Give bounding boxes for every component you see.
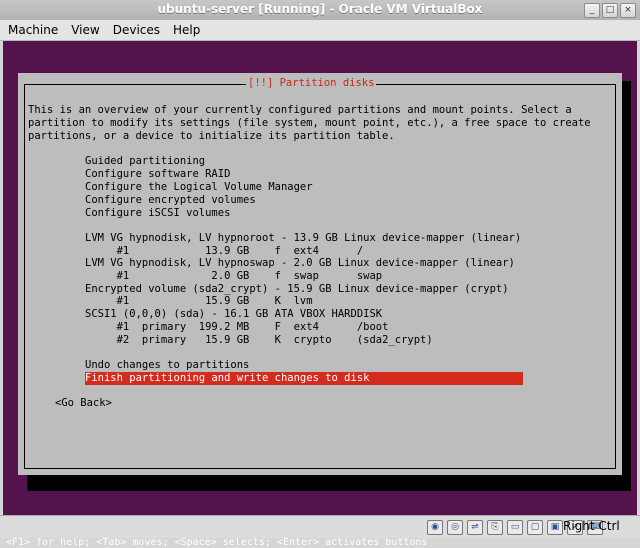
option-configure-encrypted[interactable]: Configure encrypted volumes <box>85 194 256 207</box>
menu-devices[interactable]: Devices <box>108 23 165 37</box>
minimize-button[interactable]: _ <box>584 3 600 18</box>
network-icon[interactable]: ⎘ <box>487 520 503 535</box>
go-back-button[interactable]: <Go Back> <box>55 397 112 410</box>
window-title-bar: ubuntu-server [Running] - Oracle VM Virt… <box>0 0 640 21</box>
undo-changes-option[interactable]: Undo changes to partitions <box>85 359 249 372</box>
optical-drive-icon[interactable]: ◎ <box>447 520 463 535</box>
partition-row[interactable]: SCSI1 (0,0,0) (sda) - 16.1 GB ATA VBOX H… <box>85 308 382 321</box>
menu-machine[interactable]: Machine <box>3 23 63 37</box>
partition-dialog: [!!] Partition disks This is an overview… <box>18 73 622 475</box>
option-guided-partitioning[interactable]: Guided partitioning <box>85 155 205 168</box>
video-capture-icon[interactable]: ▣ <box>547 520 563 535</box>
menu-bar: Machine View Devices Help <box>0 20 640 41</box>
finish-partitioning-option[interactable]: Finish partitioning and write changes to… <box>85 372 523 385</box>
window-title: ubuntu-server [Running] - Oracle VM Virt… <box>157 2 483 16</box>
vm-screen[interactable]: [!!] Partition disks This is an overview… <box>3 41 637 548</box>
partition-row[interactable]: #1 2.0 GB f swap swap <box>85 270 383 283</box>
dialog-title: [!!] Partition disks <box>246 77 377 89</box>
option-configure-iscsi[interactable]: Configure iSCSI volumes <box>85 207 230 220</box>
shared-folders-icon[interactable]: ▭ <box>507 520 523 535</box>
maximize-button[interactable]: □ <box>602 3 618 18</box>
menu-view[interactable]: View <box>66 23 104 37</box>
virtualbox-status-bar: ◉ ◎ ⇌ ⎘ ▭ ▢ ▣ ➚ ⌨ Right Ctrl <box>0 515 640 538</box>
partition-row[interactable]: #1 15.9 GB K lvm <box>85 295 313 308</box>
intro-line-1: This is an overview of your currently co… <box>28 104 572 116</box>
menu-help[interactable]: Help <box>168 23 205 37</box>
option-configure-raid[interactable]: Configure software RAID <box>85 168 230 181</box>
close-button[interactable]: × <box>620 3 636 18</box>
host-key-label: Right Ctrl <box>563 519 620 533</box>
intro-line-3: partitions, or a device to initialize it… <box>28 130 395 142</box>
usb-icon[interactable]: ⇌ <box>467 520 483 535</box>
option-configure-lvm[interactable]: Configure the Logical Volume Manager <box>85 181 313 194</box>
partition-row[interactable]: Encrypted volume (sda2_crypt) - 15.9 GB … <box>85 283 509 296</box>
hard-disk-icon[interactable]: ◉ <box>427 520 443 535</box>
partition-row[interactable]: #1 13.9 GB f ext4 / <box>85 245 364 258</box>
partition-row[interactable]: LVM VG hypnodisk, LV hypnoswap - 2.0 GB … <box>85 257 515 270</box>
display-icon[interactable]: ▢ <box>527 520 543 535</box>
partition-row[interactable]: #1 primary 199.2 MB F ext4 /boot <box>85 321 389 334</box>
partition-row[interactable]: #2 primary 15.9 GB K crypto (sda2_crypt) <box>85 334 433 347</box>
installer-help-line: <F1> for help; <Tab> moves; <Space> sele… <box>6 537 428 548</box>
partition-row[interactable]: LVM VG hypnodisk, LV hypnoroot - 13.9 GB… <box>85 232 521 245</box>
intro-line-2: partition to modify its settings (file s… <box>28 117 591 129</box>
